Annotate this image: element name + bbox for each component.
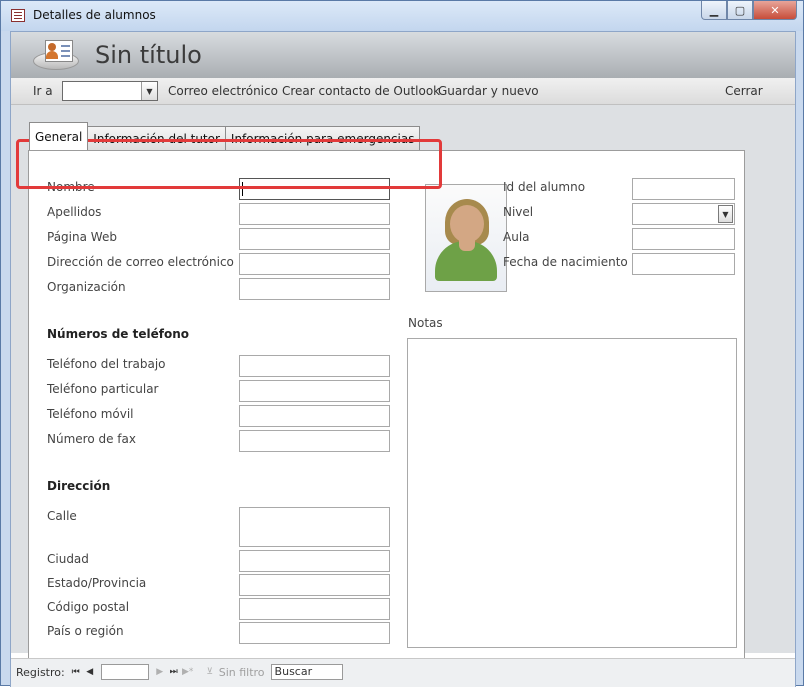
student-id-field[interactable] bbox=[632, 178, 735, 200]
classroom-field[interactable] bbox=[632, 228, 735, 250]
record-label: Registro: bbox=[16, 665, 65, 679]
first-name-field[interactable] bbox=[239, 178, 390, 200]
email-button[interactable]: Correo electrónico bbox=[168, 84, 278, 98]
search-input[interactable]: Buscar bbox=[270, 664, 343, 680]
street-label: Calle bbox=[47, 509, 77, 523]
email-address-label: Dirección de correo electrónico bbox=[47, 255, 234, 269]
last-name-label: Apellidos bbox=[47, 205, 102, 219]
street-field[interactable] bbox=[239, 507, 390, 547]
student-photo[interactable] bbox=[425, 184, 507, 292]
work-phone-field[interactable] bbox=[239, 355, 390, 377]
record-navigation-bar: Registro: ⏮ ◀ ▶ ⏭ ▶* ⊻ Sin filtro Buscar bbox=[11, 658, 795, 687]
form-client-area: Sin título Ir a ▼ Correo electrónico Cre… bbox=[10, 31, 796, 687]
birth-date-field[interactable] bbox=[632, 253, 735, 275]
form-icon bbox=[11, 9, 25, 22]
new-record-icon[interactable]: ▶* bbox=[181, 665, 195, 679]
web-page-label: Página Web bbox=[47, 230, 117, 244]
country-field[interactable] bbox=[239, 622, 390, 644]
organization-label: Organización bbox=[47, 280, 126, 294]
city-label: Ciudad bbox=[47, 552, 89, 566]
last-name-field[interactable] bbox=[239, 203, 390, 225]
form-title: Sin título bbox=[95, 41, 202, 69]
minimize-icon: ▁ bbox=[709, 3, 719, 17]
previous-record-icon[interactable]: ◀ bbox=[83, 665, 97, 679]
first-record-icon[interactable]: ⏮ bbox=[69, 665, 83, 679]
general-tab-panel: Nombre Apellidos Página Web Dirección de… bbox=[28, 150, 745, 662]
state-field[interactable] bbox=[239, 574, 390, 596]
tab-emergency-info[interactable]: Información para emergencias bbox=[224, 126, 421, 150]
last-record-icon[interactable]: ⏭ bbox=[167, 665, 181, 679]
home-phone-field[interactable] bbox=[239, 380, 390, 402]
chevron-down-icon[interactable]: ▼ bbox=[718, 205, 733, 223]
birth-date-label: Fecha de nacimiento bbox=[503, 255, 628, 269]
close-button[interactable]: Cerrar bbox=[725, 84, 763, 98]
create-outlook-contact-button[interactable]: Crear contacto de Outlook bbox=[282, 84, 440, 98]
notes-field[interactable] bbox=[407, 338, 737, 648]
fax-label: Número de fax bbox=[47, 432, 136, 446]
classroom-label: Aula bbox=[503, 230, 530, 244]
postal-code-label: Código postal bbox=[47, 600, 130, 614]
form-toolbar: Ir a ▼ Correo electrónico Crear contacto… bbox=[11, 78, 795, 105]
tab-tutor-info[interactable]: Información del tutor bbox=[87, 126, 226, 150]
form-body: General Información del tutor Informació… bbox=[11, 105, 795, 662]
first-name-label: Nombre bbox=[47, 180, 95, 194]
address-heading: Dirección bbox=[47, 479, 111, 493]
title-bar: Detalles de alumnos ▁ ▢ ✕ bbox=[1, 1, 803, 31]
window-controls: ▁ ▢ ✕ bbox=[701, 1, 797, 20]
work-phone-label: Teléfono del trabajo bbox=[47, 357, 166, 371]
tab-strip: General Información del tutor Informació… bbox=[29, 122, 421, 150]
close-icon: ✕ bbox=[770, 3, 780, 17]
maximize-icon: ▢ bbox=[734, 3, 746, 17]
organization-field[interactable] bbox=[239, 278, 390, 300]
mobile-phone-field[interactable] bbox=[239, 405, 390, 427]
chevron-down-icon[interactable]: ▼ bbox=[141, 82, 157, 100]
web-page-field[interactable] bbox=[239, 228, 390, 250]
student-card-icon bbox=[33, 40, 85, 72]
no-filter-button[interactable]: Sin filtro bbox=[219, 666, 265, 679]
window-title: Detalles de alumnos bbox=[33, 8, 156, 22]
level-combo[interactable]: ▼ bbox=[632, 203, 735, 225]
save-and-new-button[interactable]: Guardar y nuevo bbox=[438, 84, 539, 98]
goto-combo[interactable]: ▼ bbox=[62, 81, 158, 101]
city-field[interactable] bbox=[239, 550, 390, 572]
state-label: Estado/Provincia bbox=[47, 576, 147, 590]
minimize-button[interactable]: ▁ bbox=[701, 1, 727, 20]
tab-label: General bbox=[35, 129, 83, 144]
mobile-phone-label: Teléfono móvil bbox=[47, 407, 134, 421]
home-phone-label: Teléfono particular bbox=[47, 382, 159, 396]
goto-label: Ir a bbox=[33, 84, 53, 98]
next-record-icon[interactable]: ▶ bbox=[153, 665, 167, 679]
tab-label: Información para emergencias bbox=[230, 131, 415, 146]
country-label: País o región bbox=[47, 624, 124, 638]
current-record-input[interactable] bbox=[100, 664, 149, 680]
maximize-button[interactable]: ▢ bbox=[727, 1, 753, 20]
filter-icon: ⊻ bbox=[206, 667, 214, 677]
form-header: Sin título bbox=[11, 32, 795, 78]
tab-general[interactable]: General bbox=[29, 122, 89, 150]
app-window: Detalles de alumnos ▁ ▢ ✕ Sin título Ir … bbox=[0, 0, 804, 687]
email-address-field[interactable] bbox=[239, 253, 390, 275]
student-id-label: Id del alumno bbox=[503, 180, 586, 194]
tab-label: Información del tutor bbox=[93, 131, 220, 146]
phones-heading: Números de teléfono bbox=[47, 327, 189, 341]
postal-code-field[interactable] bbox=[239, 598, 390, 620]
close-window-button[interactable]: ✕ bbox=[753, 1, 797, 20]
level-label: Nivel bbox=[503, 205, 534, 219]
fax-field[interactable] bbox=[239, 430, 390, 452]
notes-label: Notas bbox=[408, 316, 443, 330]
